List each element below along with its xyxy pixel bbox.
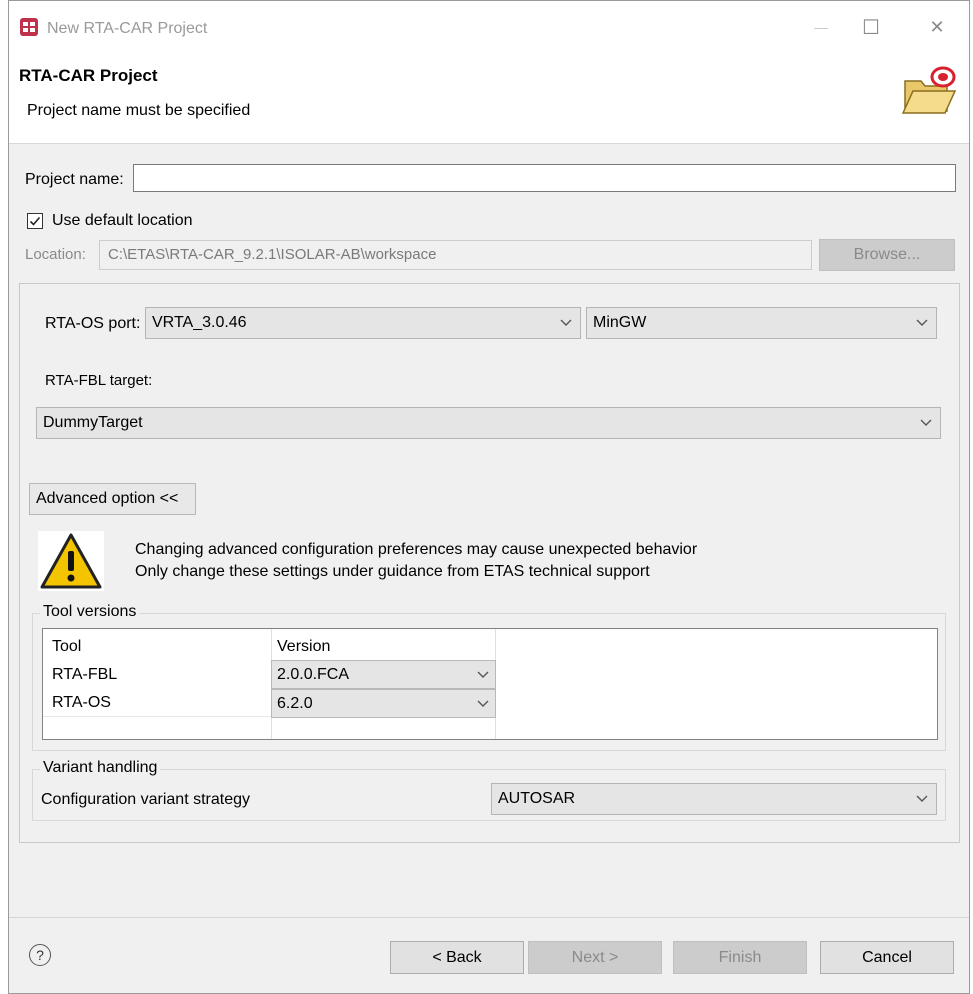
compiler-select[interactable]: MinGW <box>586 307 937 339</box>
column-header-version: Version <box>277 638 331 655</box>
advanced-option-button[interactable]: Advanced option << <box>29 483 196 515</box>
maximize-icon: ☐ <box>862 16 880 39</box>
footer-separator <box>9 917 969 918</box>
compiler-value: MinGW <box>593 314 647 331</box>
project-name-input[interactable] <box>133 164 956 192</box>
rta-os-port-value: VRTA_3.0.46 <box>152 314 247 331</box>
minimize-button[interactable]: — <box>801 13 841 41</box>
page-title: RTA-CAR Project <box>19 66 158 85</box>
location-label: Location: <box>25 246 86 263</box>
tool-versions-group-label: Tool versions <box>40 603 140 621</box>
table-row-tool: RTA-FBL <box>52 666 118 683</box>
chevron-down-icon <box>920 419 932 426</box>
rta-os-version-select[interactable]: 6.2.0 <box>271 689 496 718</box>
warning-line-1: Changing advanced configuration preferen… <box>135 541 698 558</box>
window-title: New RTA-CAR Project <box>47 20 208 37</box>
rta-fbl-version-select[interactable]: 2.0.0.FCA <box>271 660 496 689</box>
close-button[interactable]: ✕ <box>917 13 957 41</box>
chevron-down-icon <box>477 700 489 707</box>
warning-line-2: Only change these settings under guidanc… <box>135 563 650 580</box>
minimize-icon: — <box>814 19 828 35</box>
rta-os-version-value: 6.2.0 <box>277 694 313 712</box>
help-icon: ? <box>36 947 44 963</box>
rta-os-port-select[interactable]: VRTA_3.0.46 <box>145 307 581 339</box>
new-project-dialog: New RTA-CAR Project — ☐ ✕ RTA-CAR Projec… <box>8 0 970 994</box>
project-name-label: Project name: <box>25 171 124 188</box>
finish-button[interactable]: Finish <box>673 941 807 974</box>
maximize-button[interactable]: ☐ <box>851 13 891 41</box>
help-button[interactable]: ? <box>29 944 51 966</box>
rta-car-app-icon <box>20 18 38 36</box>
checkmark-icon <box>29 216 41 226</box>
browse-button[interactable]: Browse... <box>819 239 955 271</box>
chevron-down-icon <box>477 671 489 678</box>
close-icon: ✕ <box>929 16 945 37</box>
use-default-location-label: Use default location <box>52 212 193 229</box>
chevron-down-icon <box>916 795 928 802</box>
title-bar: New RTA-CAR Project — ☐ ✕ <box>9 1 969 51</box>
chevron-down-icon <box>560 319 572 326</box>
rta-os-port-label: RTA-OS port: <box>45 315 141 332</box>
variant-handling-group-label: Variant handling <box>40 759 161 777</box>
warning-icon <box>38 531 104 591</box>
rta-fbl-target-select[interactable]: DummyTarget <box>36 407 941 439</box>
rta-fbl-target-label: RTA-FBL target: <box>45 372 153 389</box>
open-folder-wizard-icon <box>901 66 957 114</box>
location-input[interactable]: C:\ETAS\RTA-CAR_9.2.1\ISOLAR-AB\workspac… <box>99 240 812 270</box>
wizard-header: RTA-CAR Project Project name must be spe… <box>9 51 969 144</box>
variant-strategy-select[interactable]: AUTOSAR <box>491 783 937 815</box>
cancel-button[interactable]: Cancel <box>820 941 954 974</box>
variant-strategy-value: AUTOSAR <box>498 790 576 807</box>
tool-versions-table: Tool Version RTA-FBL 2.0.0.FCA RTA-OS 6.… <box>42 628 938 740</box>
chevron-down-icon <box>916 319 928 326</box>
column-header-tool: Tool <box>52 638 82 655</box>
use-default-location-checkbox[interactable] <box>27 213 43 229</box>
variant-strategy-label: Configuration variant strategy <box>41 791 250 808</box>
back-button[interactable]: < Back <box>390 941 524 974</box>
next-button[interactable]: Next > <box>528 941 662 974</box>
rta-fbl-version-value: 2.0.0.FCA <box>277 665 350 683</box>
rta-fbl-target-value: DummyTarget <box>43 414 143 431</box>
table-row-tool: RTA-OS <box>52 694 111 711</box>
validation-message: Project name must be specified <box>27 102 251 119</box>
